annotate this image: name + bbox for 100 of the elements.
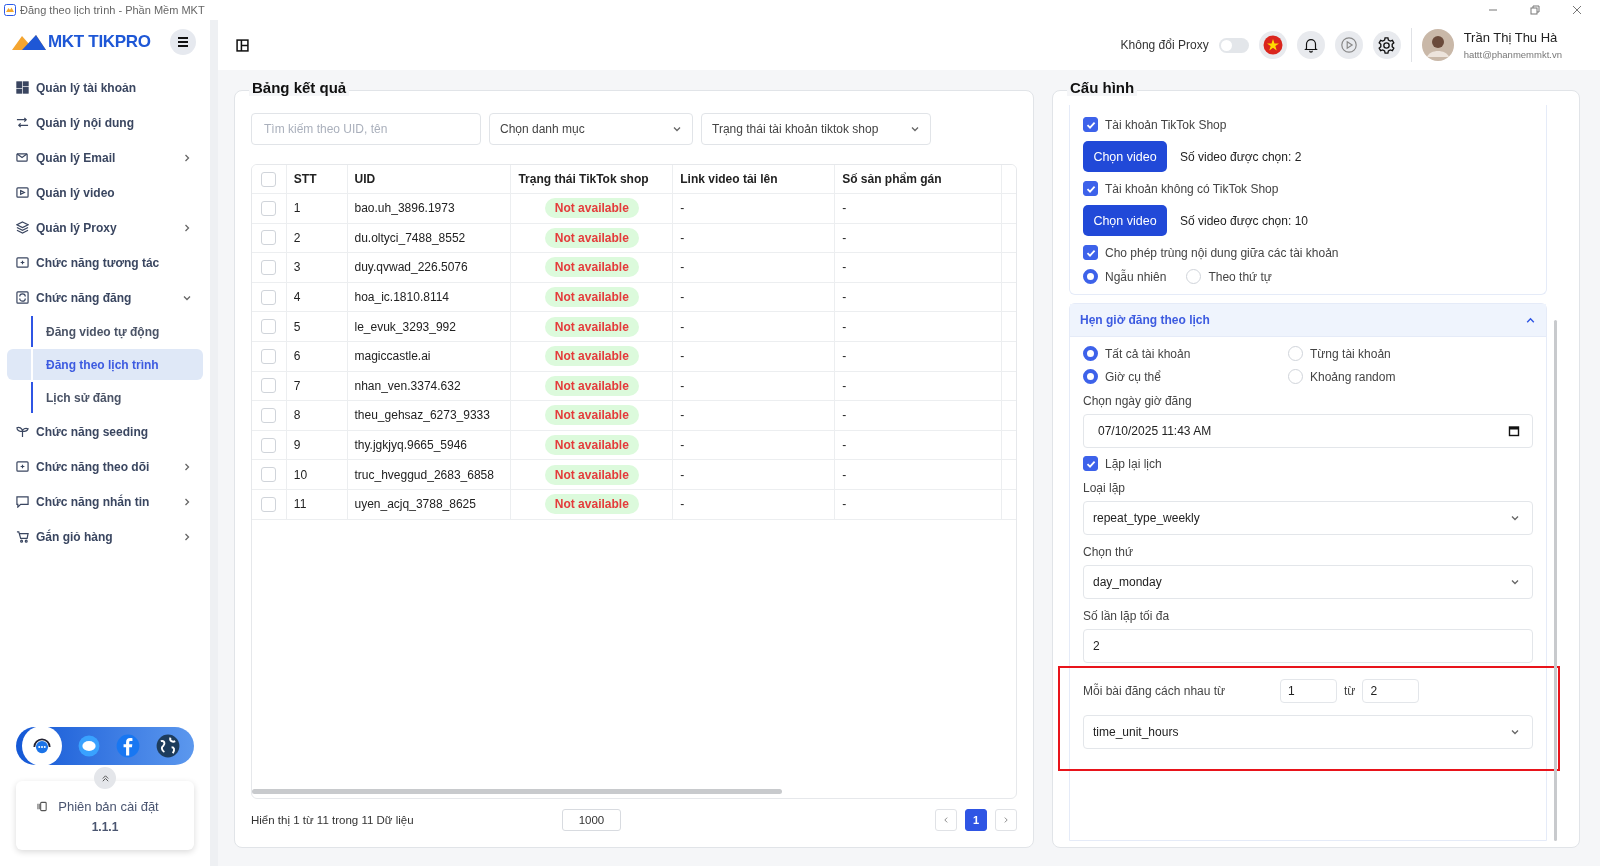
next-page-button[interactable] xyxy=(995,809,1017,831)
globe-icon[interactable] xyxy=(156,734,180,758)
select-field[interactable]: repeat_type_weekly xyxy=(1083,501,1533,535)
chevron-down-icon xyxy=(910,124,920,134)
checkbox[interactable] xyxy=(1083,181,1098,196)
facebook-icon[interactable] xyxy=(116,734,140,758)
table-cell: - xyxy=(673,341,836,371)
select-field[interactable]: day_monday xyxy=(1083,565,1533,599)
page-button[interactable]: 1 xyxy=(965,809,987,831)
column-header: Link video tải lên xyxy=(673,165,836,193)
chevron-down-icon xyxy=(1510,513,1520,523)
checkbox[interactable] xyxy=(1083,245,1098,260)
grid-icon xyxy=(16,81,29,94)
chat-bubble-icon[interactable] xyxy=(78,735,100,757)
close-icon[interactable] xyxy=(1572,5,1582,15)
refresh-icon xyxy=(16,291,29,304)
previous-page-button[interactable] xyxy=(935,809,957,831)
version-label: Phiên bản cài đặt xyxy=(58,799,159,814)
status-badge: Not available xyxy=(544,346,639,367)
table-cell: 8 xyxy=(286,401,348,430)
table-cell: - xyxy=(673,460,836,489)
sidebar-item[interactable]: Chức năng nhắn tin xyxy=(0,484,210,519)
radio-label: Tất cả tài khoản xyxy=(1105,346,1191,361)
play-icon xyxy=(1339,36,1358,54)
status-badge: Not available xyxy=(544,316,639,337)
sidebar-subitem[interactable]: Đăng theo lịch trình xyxy=(7,349,203,380)
table-cell: - xyxy=(673,282,836,312)
restore-icon[interactable] xyxy=(1530,5,1540,15)
window-title: Đăng theo lịch trình - Phần Mềm MKT xyxy=(20,4,205,16)
proxy-toggle[interactable] xyxy=(1218,37,1249,53)
status-badge: Not available xyxy=(544,405,639,426)
collapse-button[interactable] xyxy=(94,767,116,789)
sidebar-item[interactable]: Quản lý Proxy xyxy=(0,210,210,245)
scrollbar[interactable] xyxy=(252,789,782,794)
sidebar-subitem[interactable]: Lịch sử đăng xyxy=(7,382,203,413)
sidebar-item[interactable]: Quản lý nội dung xyxy=(0,105,210,140)
dropdown[interactable]: Chọn danh mục xyxy=(489,113,693,145)
dropdown[interactable]: Trạng thái tài khoản tiktok shop xyxy=(701,113,931,145)
sidebar-item[interactable]: Chức năng theo dõi xyxy=(0,449,210,484)
notification-button[interactable] xyxy=(1296,31,1325,59)
video-count: Số video được chọn: 10 xyxy=(1180,213,1308,228)
table-cell: magiccastle.ai xyxy=(347,341,512,371)
menu-button[interactable] xyxy=(170,29,196,55)
sidebar-item[interactable]: Quản lý tài khoản xyxy=(0,70,210,105)
chat-icon xyxy=(16,256,29,269)
choose-video-button[interactable]: Chọn video xyxy=(1083,205,1167,236)
device-icon xyxy=(37,801,49,812)
field-label: Chọn ngày giờ đăng xyxy=(1083,394,1193,408)
input-field[interactable]: 2 xyxy=(1083,629,1533,663)
range-separator: từ xyxy=(1344,684,1356,698)
checkbox[interactable] xyxy=(1083,117,1098,132)
sidebar-item[interactable]: Quản lý video xyxy=(0,175,210,210)
field-label: Mỗi bài đăng cách nhau từ xyxy=(1083,684,1227,698)
search-field[interactable]: Tìm kiếm theo UID, tên xyxy=(251,113,481,145)
sidebar-subitem[interactable]: Đăng video tự động xyxy=(7,316,203,347)
radio-button[interactable] xyxy=(1083,369,1098,384)
radio-button[interactable] xyxy=(1083,269,1098,284)
settings-icon xyxy=(1377,35,1397,55)
sidebar-item[interactable]: Chức năng seeding xyxy=(0,414,210,449)
settings-button[interactable] xyxy=(1372,31,1401,59)
sidebar-item[interactable]: Quản lý Email xyxy=(0,140,210,175)
sidebar-item[interactable]: Chức năng tương tác xyxy=(0,245,210,280)
choose-video-button[interactable]: Chọn video xyxy=(1083,141,1167,172)
table-cell: - xyxy=(835,460,1002,489)
page-size-field[interactable]: 1000 xyxy=(561,809,622,831)
sidebar-item[interactable]: Gắn giỏ hàng xyxy=(0,519,210,554)
date-time-field[interactable]: 07/10/2025 11:43 AM xyxy=(1083,414,1533,448)
table-cell: hoa_ic.1810.8114 xyxy=(347,282,512,312)
column-header: STT xyxy=(286,165,348,193)
radio-button[interactable] xyxy=(1083,346,1098,361)
scrollbar[interactable] xyxy=(1554,320,1557,841)
input-field[interactable]: 2 xyxy=(1362,679,1420,703)
status-badge: Not available xyxy=(544,494,639,515)
table-cell: - xyxy=(673,401,836,430)
table-cell: - xyxy=(673,430,836,460)
table-cell: - xyxy=(835,489,1002,519)
video-count: Số video được chọn: 2 xyxy=(1180,149,1302,164)
envelope-icon xyxy=(16,151,29,164)
play-button[interactable] xyxy=(1334,31,1363,59)
flag-button[interactable] xyxy=(1258,31,1287,59)
double-chevron-up-icon xyxy=(100,773,110,783)
table-cell: 10 xyxy=(286,460,348,489)
layout-icon[interactable] xyxy=(236,38,249,52)
table-cell: le_evuk_3293_992 xyxy=(347,312,512,341)
chevron-down-icon xyxy=(672,124,682,134)
sidebar-item[interactable]: Chức năng đăng xyxy=(0,280,210,315)
layers-icon xyxy=(16,221,29,234)
table-cell: 4 xyxy=(286,282,348,312)
table-cell: - xyxy=(835,341,1002,371)
support-icon[interactable] xyxy=(22,726,62,766)
column-header: Trạng thái TikTok shop xyxy=(511,165,674,193)
user-name: Trần Thị Thu Hà xyxy=(1463,30,1559,45)
accordion-header[interactable]: Hẹn giờ đăng theo lịch xyxy=(1070,304,1546,337)
select-field[interactable]: time_unit_hours xyxy=(1083,715,1533,749)
checkbox[interactable] xyxy=(1083,456,1098,471)
proxy-label: Không đổi Proxy xyxy=(1120,38,1209,52)
table-cell: bao.uh_3896.1973 xyxy=(347,194,512,223)
status-badge: Not available xyxy=(544,464,639,485)
avatar[interactable] xyxy=(1421,29,1454,61)
input-field[interactable]: 1 xyxy=(1280,679,1337,703)
